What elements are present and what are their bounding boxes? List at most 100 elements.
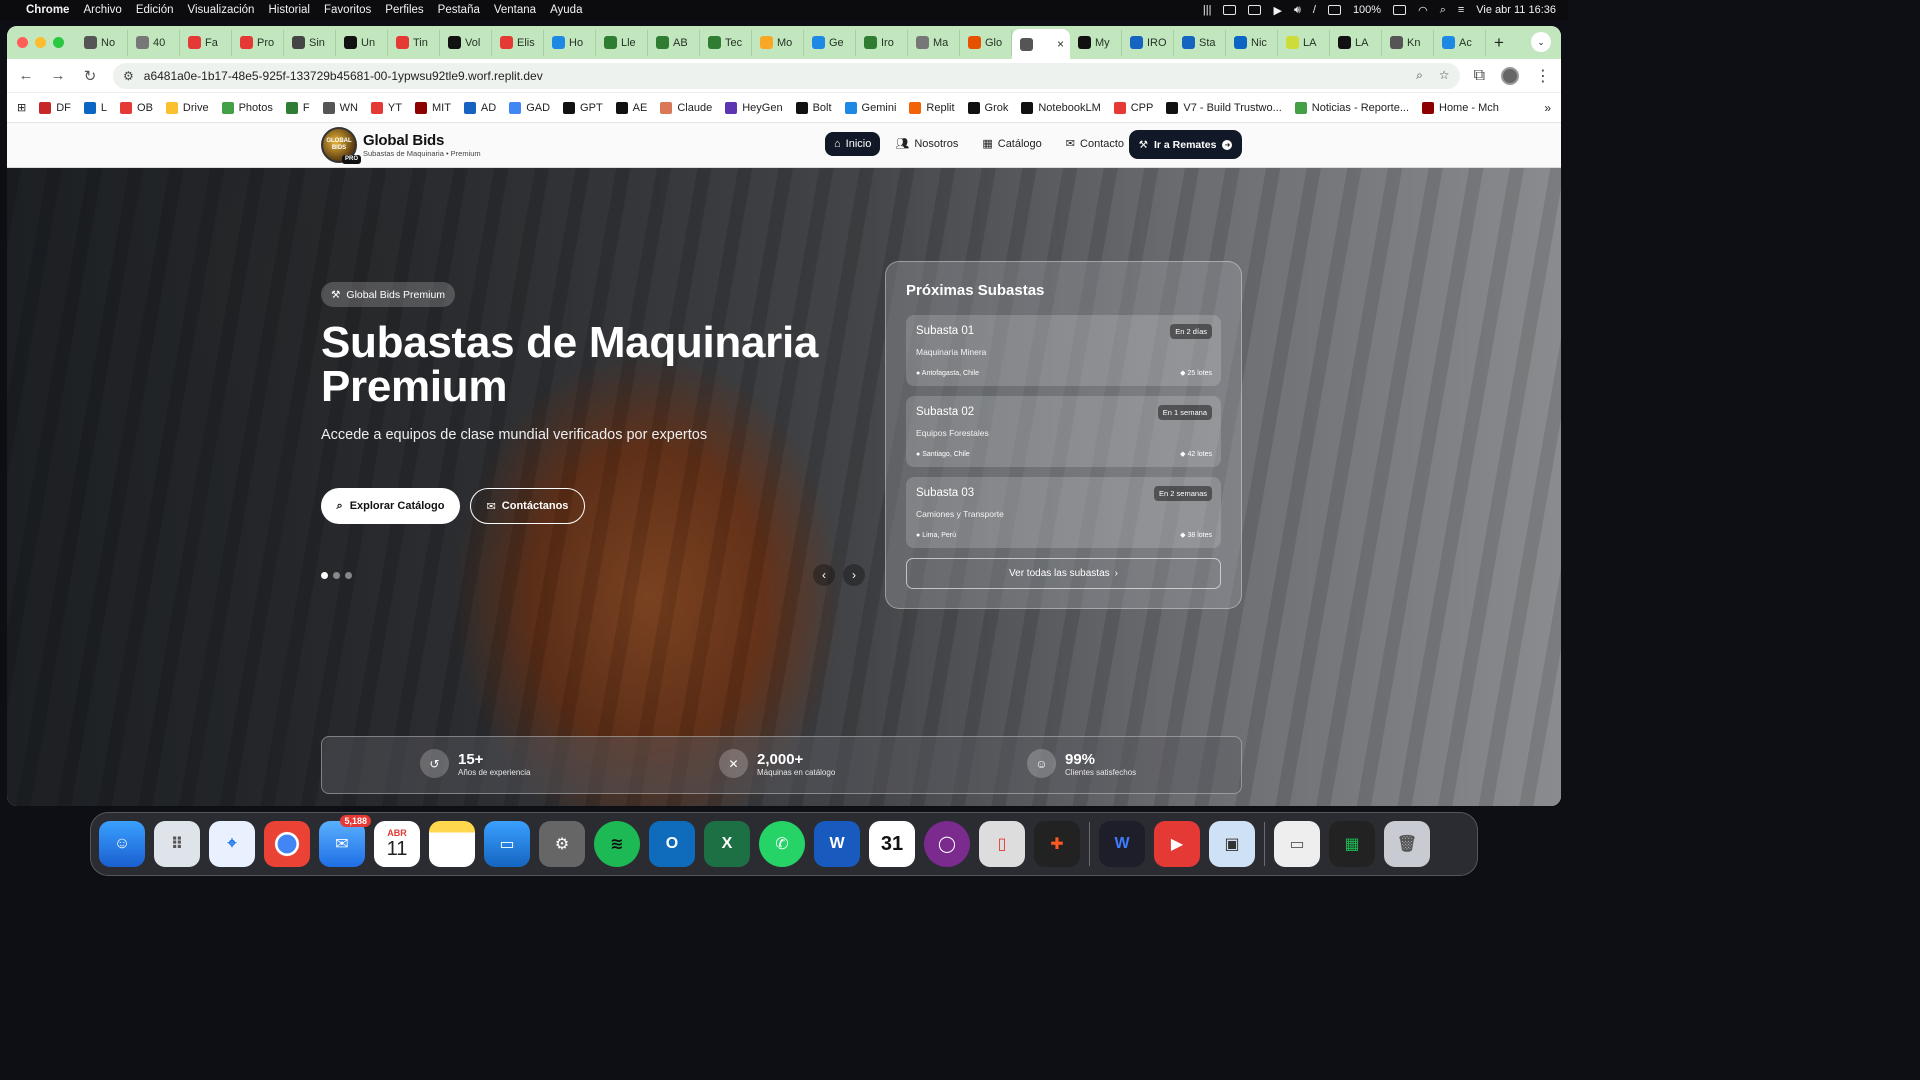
menu-historial[interactable]: Historial: [268, 4, 310, 16]
bookmark-item[interactable]: HeyGen: [725, 101, 783, 114]
slide-dot-1[interactable]: [321, 572, 328, 579]
browser-tab[interactable]: Un: [336, 29, 388, 56]
browser-tab[interactable]: My: [1070, 29, 1122, 56]
mail-icon[interactable]: ✉ 5,188: [319, 815, 371, 867]
screen-icon[interactable]: [1327, 5, 1341, 15]
bookmark-item[interactable]: AE: [615, 101, 647, 114]
bookmark-item[interactable]: Drive: [165, 101, 209, 114]
new-tab-button[interactable]: +: [1494, 33, 1504, 53]
figma-like-icon[interactable]: ✚: [1034, 821, 1080, 867]
keynote-icon[interactable]: ▭: [484, 821, 530, 867]
audio-icon[interactable]: |||: [1203, 4, 1212, 16]
nav-catalogo[interactable]: ▦ Catálogo: [973, 131, 1050, 156]
browser-tab[interactable]: Sta: [1174, 29, 1226, 56]
browser-tab[interactable]: LA: [1330, 29, 1382, 56]
bookmark-item[interactable]: F: [285, 101, 310, 114]
spotify-icon[interactable]: ≋: [594, 821, 640, 867]
bookmarks-overflow-icon[interactable]: »: [1544, 101, 1551, 115]
reload-button[interactable]: ↻: [81, 67, 99, 85]
bookmark-item[interactable]: GPT: [563, 101, 603, 114]
safari-icon[interactable]: ⌖: [209, 821, 255, 867]
nav-inicio[interactable]: ⌂ Inicio: [825, 131, 881, 156]
wifi-icon[interactable]: ◠: [1418, 4, 1428, 17]
browser-tab[interactable]: Glo: [960, 29, 1012, 56]
chrome-menu-icon[interactable]: ⋮: [1535, 66, 1551, 86]
browser-tab[interactable]: Lle: [596, 29, 648, 56]
browser-tab[interactable]: 40: [128, 29, 180, 56]
zoom-icon[interactable]: ⌕: [1416, 68, 1423, 83]
bookmark-item[interactable]: WN: [322, 101, 358, 114]
browser-tab[interactable]: Tin: [388, 29, 440, 56]
browser-tab[interactable]: Fa: [180, 29, 232, 56]
back-button[interactable]: ←: [17, 67, 35, 84]
bookmark-item[interactable]: L: [83, 101, 107, 114]
next-slide-button[interactable]: ›: [843, 564, 865, 586]
nav-nosotros[interactable]: 👥︎ Nosotros: [886, 131, 967, 156]
auction-card[interactable]: Subasta 02 En 1 semana Equipos Forestale…: [906, 396, 1221, 467]
browser-tab[interactable]: Kn: [1382, 29, 1434, 56]
whatsapp-icon[interactable]: ✆: [759, 821, 805, 867]
extensions-icon[interactable]: ⧉: [1474, 67, 1485, 85]
volume-icon[interactable]: 🔊︎: [1294, 4, 1301, 17]
outlook-icon[interactable]: O: [649, 821, 695, 867]
close-tab-icon[interactable]: ×: [1057, 37, 1064, 51]
bookmark-item[interactable]: Claude: [660, 101, 712, 114]
bookmark-item[interactable]: CPP: [1113, 101, 1153, 114]
browser-tab[interactable]: Sin: [284, 29, 336, 56]
ver-todas-button[interactable]: Ver todas las subastas ›: [906, 558, 1221, 589]
bookmark-item[interactable]: Replit: [909, 101, 955, 114]
browser-tab[interactable]: No: [76, 29, 128, 56]
browser-tab[interactable]: Nic: [1226, 29, 1278, 56]
browser-tab[interactable]: Iro: [856, 29, 908, 56]
menu-pestana[interactable]: Pestaña: [438, 4, 480, 16]
browser-tab[interactable]: Elis: [492, 29, 544, 56]
address-bar[interactable]: ⚙ a6481a0e-1b17-48e5-925f-133729b45681-0…: [113, 62, 1460, 89]
excel-icon[interactable]: X: [704, 821, 750, 867]
finder-icon[interactable]: ☺: [99, 821, 145, 867]
ir-a-remates-button[interactable]: ⚒ Ir a Remates ➜: [1129, 130, 1242, 159]
preview-icon[interactable]: ▣: [1209, 821, 1255, 867]
menu-visualizacion[interactable]: Visualización: [188, 4, 255, 16]
battery-icon[interactable]: [1393, 5, 1407, 15]
search-icon[interactable]: ⌕: [1440, 4, 1446, 17]
global-bids-logo[interactable]: GLOBAL BIDS PRO: [321, 127, 361, 164]
bookmark-item[interactable]: MIT: [414, 101, 451, 114]
bookmark-item[interactable]: Photos: [221, 101, 273, 114]
auction-card[interactable]: Subasta 01 En 2 días Maquinaria Minera ●…: [906, 315, 1221, 386]
browser-tab[interactable]: Ma: [908, 29, 960, 56]
minimize-window-button[interactable]: [35, 37, 46, 48]
browser-tab[interactable]: Ac: [1434, 29, 1486, 56]
site-info-icon[interactable]: ⚙: [123, 69, 134, 83]
prev-slide-button[interactable]: ‹: [813, 564, 835, 586]
bookmark-item[interactable]: Gemini: [844, 101, 896, 114]
mute-icon[interactable]: /: [1313, 4, 1316, 16]
menu-favoritos[interactable]: Favoritos: [324, 4, 371, 16]
menu-perfiles[interactable]: Perfiles: [385, 4, 423, 16]
browser-tab[interactable]: LA: [1278, 29, 1330, 56]
control-center-icon[interactable]: ≡: [1458, 4, 1464, 16]
slide-dot-2[interactable]: [333, 572, 340, 579]
contactanos-button[interactable]: ✉ Contáctanos: [470, 488, 585, 524]
menu-edicion[interactable]: Edición: [136, 4, 174, 16]
apps-grid-icon[interactable]: ⊞: [17, 101, 26, 114]
bookmark-item[interactable]: Home - Mch: [1422, 101, 1499, 114]
browser-tab[interactable]: Ge: [804, 29, 856, 56]
menubar-clock[interactable]: Vie abr 11 16:36: [1476, 4, 1556, 16]
bookmark-item[interactable]: Grok: [967, 101, 1008, 114]
webex-icon[interactable]: W: [1099, 821, 1145, 867]
bookmark-star-icon[interactable]: ☆: [1439, 68, 1450, 83]
browser-tab[interactable]: AB: [648, 29, 700, 56]
bookmark-item[interactable]: YT: [370, 101, 402, 114]
nav-contacto[interactable]: ✉ Contacto: [1057, 131, 1133, 156]
bookmark-item[interactable]: AD: [463, 101, 496, 114]
circle-app-icon[interactable]: ◯: [924, 821, 970, 867]
browser-tab[interactable]: Mo: [752, 29, 804, 56]
slide-dot-3[interactable]: [345, 572, 352, 579]
browser-tab[interactable]: ×: [1012, 29, 1070, 59]
downloads-folder-icon[interactable]: ▭: [1274, 821, 1320, 867]
notes-icon[interactable]: [429, 821, 475, 867]
profile-avatar[interactable]: [1501, 66, 1519, 85]
close-window-button[interactable]: [17, 37, 28, 48]
zoom-window-button[interactable]: [53, 37, 64, 48]
explorar-catalogo-button[interactable]: ⌕ Explorar Catálogo: [321, 488, 460, 524]
